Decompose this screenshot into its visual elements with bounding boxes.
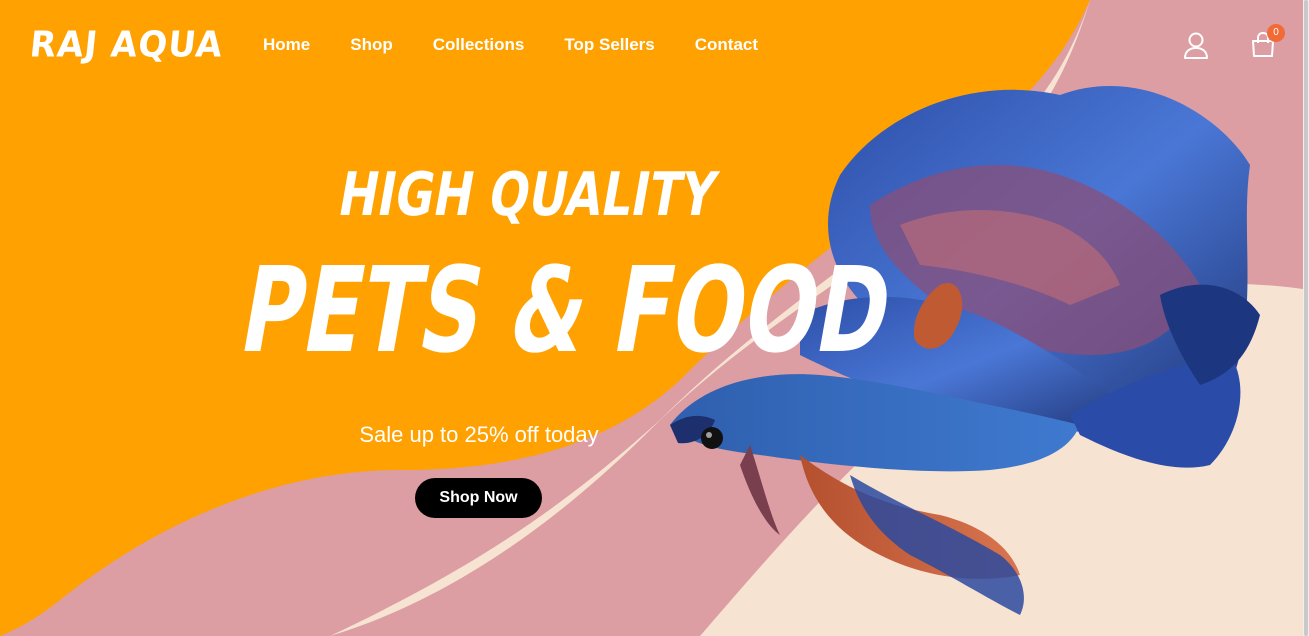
- site-header: RAJ AQUA Home Shop Collections Top Selle…: [0, 0, 1303, 90]
- nav-contact[interactable]: Contact: [695, 34, 758, 56]
- nav-home[interactable]: Home: [263, 34, 310, 56]
- scrollbar-thumb[interactable]: [1304, 0, 1308, 636]
- hero-headline-top: HIGH QUALITY: [333, 160, 722, 230]
- nav-collections[interactable]: Collections: [433, 34, 525, 56]
- cart-count-badge: 0: [1267, 24, 1285, 42]
- main-nav: Home Shop Collections Top Sellers Contac…: [263, 34, 758, 56]
- nav-shop[interactable]: Shop: [350, 34, 393, 56]
- page-scrollbar[interactable]: [1303, 0, 1309, 636]
- hero-subtitle: Sale up to 25% off today: [359, 422, 599, 447]
- shop-now-button[interactable]: Shop Now: [415, 478, 542, 518]
- site-logo[interactable]: RAJ AQUA: [28, 23, 226, 67]
- nav-top-sellers[interactable]: Top Sellers: [564, 34, 654, 56]
- account-button[interactable]: [1182, 31, 1210, 61]
- hero-headline-main: PETS & FOOD: [231, 241, 902, 379]
- user-icon: [1184, 32, 1208, 59]
